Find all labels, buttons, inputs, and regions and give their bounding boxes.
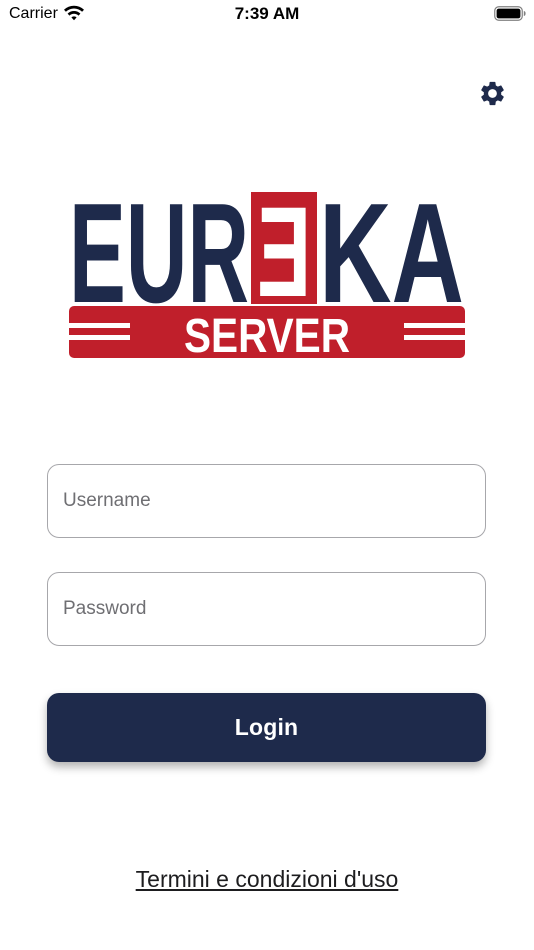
eureka-server-logo: EUR E KA SERVER — [69, 192, 465, 360]
logo-band-stripe-left-bottom — [69, 335, 130, 340]
settings-gear-icon[interactable] — [478, 79, 507, 108]
username-input[interactable] — [47, 464, 486, 538]
terms-link[interactable]: Termini e condizioni d'uso — [0, 866, 534, 893]
logo-text-server: SERVER — [184, 310, 350, 360]
status-bar: Carrier 7:39 AM — [0, 0, 534, 28]
logo-band-stripe-right-top — [404, 323, 465, 328]
logo-band-stripe-left-top — [69, 323, 130, 328]
logo-band-stripe-right-bottom — [404, 335, 465, 340]
login-button[interactable]: Login — [47, 693, 486, 762]
password-input[interactable] — [47, 572, 486, 646]
logo-text-mirrored-e: E — [257, 192, 311, 324]
battery-icon — [494, 6, 526, 21]
status-time: 7:39 AM — [234, 4, 300, 23]
